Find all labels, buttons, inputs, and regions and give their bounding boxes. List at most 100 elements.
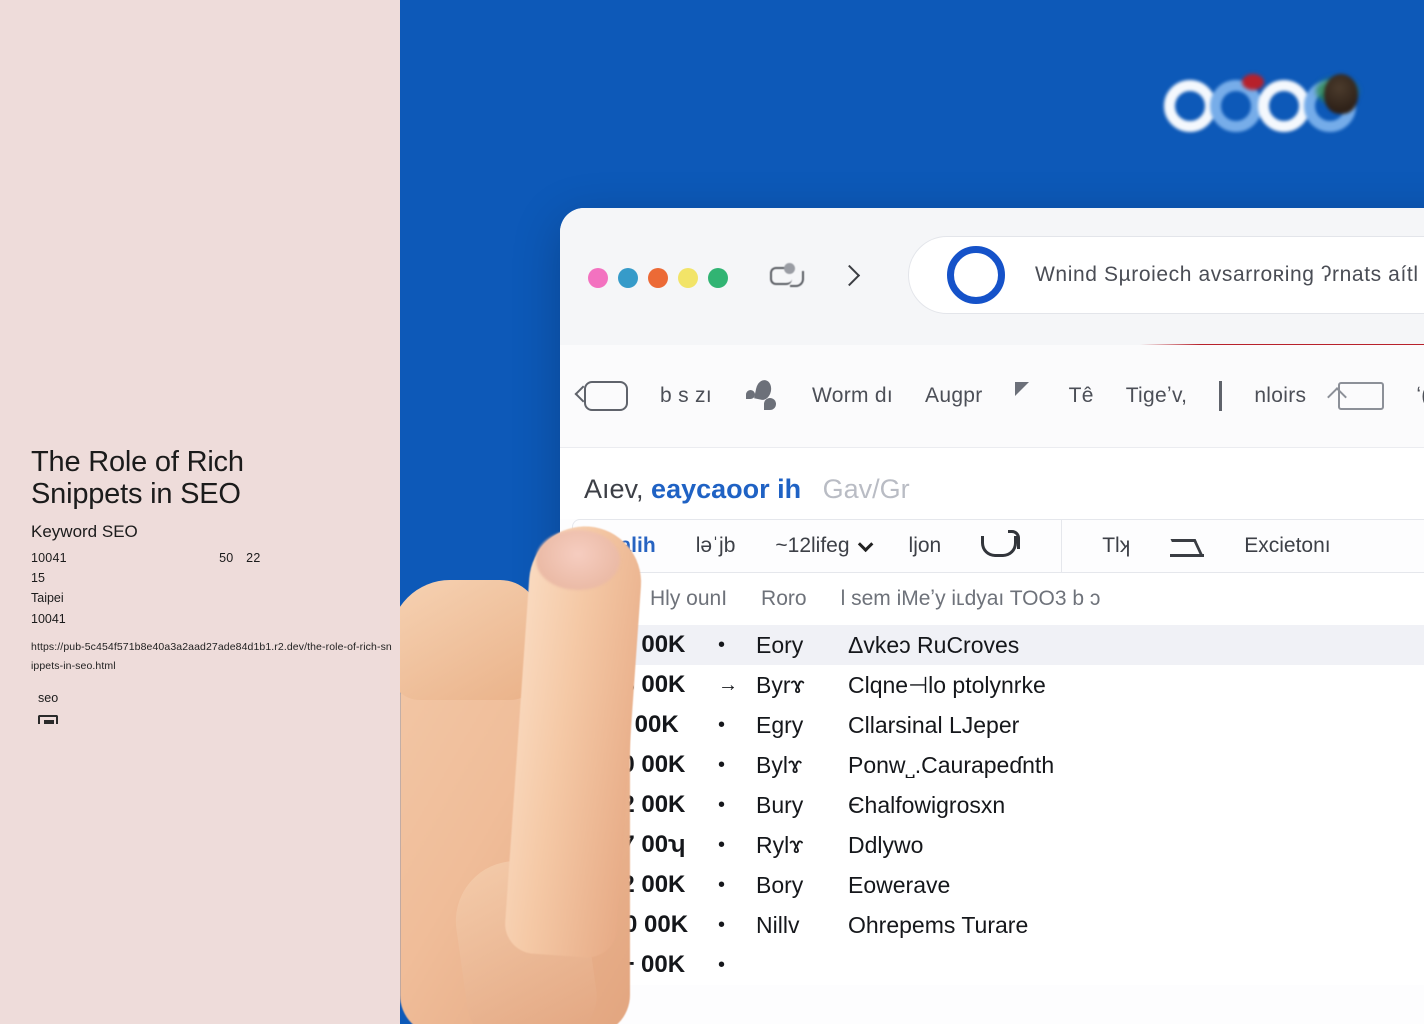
sub-header-item-2: l sem iMeʼy iʟdyaı TOO3 b ɔ bbox=[840, 587, 1101, 610]
table-row[interactable]: 8Ⱶ 00K • bbox=[560, 945, 1424, 985]
logo-ring-3 bbox=[1258, 80, 1310, 132]
row-name: Cllarsinal LJeper bbox=[848, 711, 1020, 738]
caret-marker-icon bbox=[600, 594, 616, 604]
row-trend-icon: • bbox=[718, 753, 726, 776]
row-type: Egry bbox=[756, 711, 804, 738]
filter-item-5[interactable]: Tlʞ bbox=[1102, 534, 1130, 558]
traffic-light-pink[interactable] bbox=[588, 268, 608, 288]
toolbar-item-8[interactable]: ʻ(ural bbox=[1416, 384, 1424, 408]
window-traffic-lights[interactable] bbox=[588, 268, 728, 288]
results-table: 68 00K • Eory Δvkeɔ RuCroves 13 00K → By… bbox=[560, 625, 1424, 985]
table-row[interactable]: 82 00K • Bury Єhalfowigrosxn bbox=[560, 785, 1424, 825]
chat-bubble-icon[interactable] bbox=[770, 263, 806, 291]
table-row[interactable]: S0 00K • Nillv Ohrepems Turare bbox=[560, 905, 1424, 945]
article-url[interactable]: https://pub-5c454f571b8e40a3a2aad27ade84… bbox=[31, 638, 393, 677]
row-type: Rylɤ bbox=[756, 831, 804, 858]
row-volume: 8Ⱶ 00K bbox=[608, 951, 686, 978]
filter-bar: hvalih ləˈjb ~12lifeg ljon Tlʞ Excietonı bbox=[572, 519, 1424, 573]
article-subtitle: Keyword SEO bbox=[31, 521, 138, 541]
row-trend-icon: • bbox=[718, 873, 726, 896]
toolbar-item-5[interactable]: Tê bbox=[1069, 384, 1094, 408]
chevron-right-icon[interactable] bbox=[840, 264, 856, 290]
meta-city: Taipei bbox=[31, 591, 64, 606]
row-name: Clqne⊣lo ptolynrke bbox=[848, 671, 1046, 698]
meta-postal-code: 10041 bbox=[31, 611, 66, 626]
row-name: Ponw⎵.Caurapeɗnth bbox=[848, 751, 1055, 778]
paw-print-icon[interactable] bbox=[744, 378, 780, 412]
hand-knuckle bbox=[400, 580, 540, 700]
row-name: Eowerave bbox=[848, 871, 951, 898]
row-trend-icon: • bbox=[718, 713, 726, 736]
row-type: Byrɤ bbox=[756, 671, 805, 698]
trend-chart-icon[interactable] bbox=[1170, 535, 1205, 557]
meta-number: 15 bbox=[31, 571, 45, 586]
tray-icon[interactable] bbox=[1338, 382, 1385, 410]
address-bar-text[interactable]: Wnind Sµroiech avsarroʀing ʔrnats aítl bbox=[1035, 263, 1419, 287]
page-title: The Role of Rich Snippets in SEO bbox=[31, 446, 244, 511]
logo-dark-blob-icon bbox=[1324, 74, 1358, 114]
traffic-light-blue[interactable] bbox=[618, 268, 638, 288]
row-trend-icon: • bbox=[718, 833, 726, 856]
tag-label[interactable]: seo bbox=[38, 691, 58, 705]
row-trend-icon: • bbox=[718, 793, 726, 816]
row-type: Bylɤ bbox=[756, 751, 803, 778]
toolbar-item-7[interactable]: nloirs bbox=[1254, 384, 1306, 408]
article-panel: The Role of Rich Snippets in SEO Keyword… bbox=[0, 0, 400, 1024]
table-row[interactable]: 68 00K • Eory Δvkeɔ RuCroves bbox=[560, 625, 1424, 665]
flag-icon[interactable] bbox=[1014, 382, 1037, 410]
row-volume: 82 00K bbox=[608, 791, 686, 818]
traffic-light-orange[interactable] bbox=[648, 268, 668, 288]
filter-bar-divider bbox=[1061, 519, 1063, 573]
cursor-click-icon[interactable] bbox=[981, 530, 1021, 560]
results-heading-suffix: Gav/Gr bbox=[822, 474, 910, 504]
row-volume: 68 00K bbox=[608, 631, 686, 658]
row-volume: S0 00K bbox=[608, 911, 689, 938]
tag-icon bbox=[38, 715, 58, 724]
row-trend-icon: • bbox=[718, 633, 726, 656]
blue-stage-background: Wnind Sµroiech avsarroʀing ʔrnats aítl b… bbox=[400, 0, 1424, 1024]
browser-nav-icons bbox=[770, 263, 856, 291]
toolbar-item-4[interactable]: Augpr bbox=[925, 384, 983, 408]
meta-address-line: 10041 50 22 bbox=[31, 550, 299, 565]
traffic-light-yellow[interactable] bbox=[678, 268, 698, 288]
browser-chrome-bar: Wnind Sµroiech avsarroʀing ʔrnats aítl bbox=[560, 208, 1424, 348]
logo-red-dot-icon bbox=[1242, 74, 1264, 90]
row-name: Ohrepems Turare bbox=[848, 911, 1029, 938]
row-trend-icon: • bbox=[718, 953, 726, 976]
filter-item-active[interactable]: hvalih bbox=[595, 534, 656, 558]
app-toolbar: b s zı Worm dı Augpr Tê Tigeʼv, nloirs ʻ… bbox=[560, 345, 1424, 448]
table-row[interactable]: 17 00ʮ • Rylɤ Ddlywo bbox=[560, 825, 1424, 865]
results-heading-prefix: Aıev, bbox=[584, 474, 644, 504]
address-bar[interactable]: Wnind Sµroiech avsarroʀing ʔrnats aítl bbox=[908, 236, 1424, 314]
filter-item-1[interactable]: ləˈjb bbox=[696, 534, 736, 558]
bar-divider-icon bbox=[1219, 381, 1223, 411]
table-row[interactable]: 32 00K • Bory Eowerave bbox=[560, 865, 1424, 905]
table-row[interactable]: 13 00K → Byrɤ Clqne⊣lo ptolynrke bbox=[560, 665, 1424, 705]
filter-item-dropdown[interactable]: ~12lifeg bbox=[775, 534, 873, 558]
row-trend-icon: • bbox=[718, 913, 726, 936]
table-row[interactable]: 8I 00K • Egry Cllarsinal LJeper bbox=[560, 705, 1424, 745]
reply-box-icon[interactable] bbox=[584, 381, 628, 411]
row-volume: 8I 00K bbox=[608, 711, 679, 738]
toolbar-item-3[interactable]: Worm dı bbox=[812, 384, 893, 408]
sub-header-item-1: Roro bbox=[761, 587, 807, 610]
article-meta-block: The Role of Rich Snippets in SEO Keyword… bbox=[31, 446, 393, 677]
row-type: Bury bbox=[756, 791, 804, 818]
row-volume: 17 00ʮ bbox=[608, 831, 686, 858]
table-row[interactable]: 80 00K • Bylɤ Ponw⎵.Caurapeɗnth bbox=[560, 745, 1424, 785]
results-sub-header: Hly ounI Roro l sem iMeʼy iʟdyaı TOO3 b … bbox=[560, 573, 1424, 625]
row-volume: 13 00K bbox=[608, 671, 686, 698]
toolbar-item-6[interactable]: Tigeʼv, bbox=[1126, 384, 1188, 408]
filter-item-6[interactable]: Excietonı bbox=[1244, 534, 1330, 558]
row-trend-icon: → bbox=[718, 673, 738, 696]
filter-dropdown-label: ~12lifeg bbox=[775, 534, 850, 557]
row-type: Eory bbox=[756, 631, 804, 658]
row-name: Ddlywo bbox=[848, 831, 924, 858]
toolbar-item-1[interactable]: b s zı bbox=[660, 384, 712, 408]
results-heading-emphasis: eaycaoor ih bbox=[651, 474, 802, 504]
loading-circle-icon bbox=[947, 246, 1005, 304]
results-heading: Aıev, eaycaoor ih Gav/Gr bbox=[560, 448, 1424, 519]
filter-item-3[interactable]: ljon bbox=[909, 534, 942, 558]
row-name: Δvkeɔ RuCroves bbox=[848, 631, 1020, 658]
traffic-light-green[interactable] bbox=[708, 268, 728, 288]
